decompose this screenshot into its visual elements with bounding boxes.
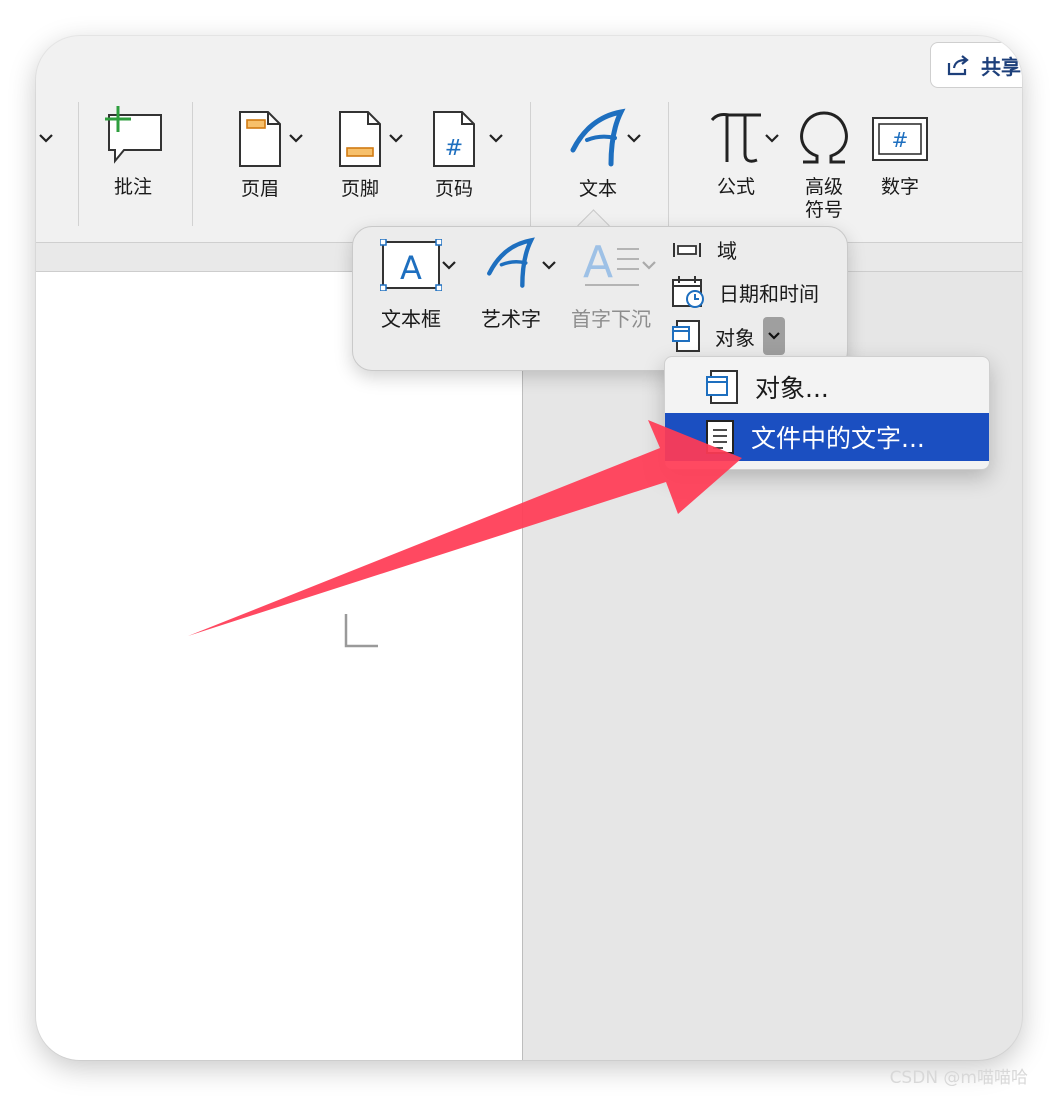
svg-text:A: A <box>583 237 613 288</box>
field-item[interactable]: 域 <box>671 235 737 264</box>
header-icon <box>239 111 281 167</box>
wordart-label: 艺术字 <box>481 307 541 331</box>
header-button[interactable]: 页眉 <box>222 110 298 201</box>
chevron-down-icon <box>642 261 656 270</box>
footer-label: 页脚 <box>340 178 379 200</box>
footer-icon <box>339 111 381 167</box>
word-window: 共享 批注 页眉 页脚 # 页码 文本 公式 高级 符号 # 数字 A 文本框 … <box>36 36 1022 1060</box>
wordart-icon <box>487 237 535 288</box>
number-label: 数字 <box>880 176 919 198</box>
chevron-down-icon[interactable] <box>441 259 457 271</box>
symbols-label: 高级 符号 <box>804 176 843 221</box>
field-icon <box>673 242 701 257</box>
svg-text:A: A <box>400 249 422 287</box>
textbox-button[interactable]: A 文本框 <box>369 239 453 332</box>
number-box-icon: # <box>872 117 928 161</box>
calendar-clock-icon <box>672 276 704 308</box>
number-button[interactable]: # 数字 <box>868 116 932 199</box>
share-label: 共享 <box>981 54 1021 79</box>
object-menu: 对象... 文件中的文字... <box>664 356 990 470</box>
comment-label: 批注 <box>113 176 152 198</box>
insert-ribbon: 共享 批注 页眉 页脚 # 页码 文本 公式 高级 符号 # 数字 <box>36 36 1022 243</box>
page-number-label: 页码 <box>434 178 473 200</box>
formula-button[interactable]: 公式 <box>696 110 776 199</box>
dropcap-icon: A <box>583 237 639 288</box>
chevron-down-icon <box>768 332 780 340</box>
document-icon <box>706 420 734 454</box>
chevron-down-icon[interactable] <box>38 132 54 144</box>
dropcap-label: 首字下沉 <box>571 307 651 331</box>
chevron-down-icon[interactable] <box>541 259 557 271</box>
datetime-label: 日期和时间 <box>719 281 819 306</box>
page-number-icon: # <box>433 111 475 167</box>
wordart-a-icon <box>570 108 626 167</box>
menu-item-text-from-file[interactable]: 文件中的文字... <box>665 413 989 461</box>
textbox-icon: A <box>380 239 442 291</box>
menu-item-label: 对象... <box>755 374 829 403</box>
text-label: 文本 <box>578 178 617 200</box>
symbols-button[interactable]: 高级 符号 <box>790 110 858 222</box>
footer-button[interactable]: 页脚 <box>322 110 398 201</box>
text-button[interactable]: 文本 <box>556 108 640 201</box>
datetime-item[interactable]: 日期和时间 <box>671 275 819 309</box>
chevron-down-icon[interactable] <box>488 132 504 144</box>
textbox-label: 文本框 <box>381 307 441 331</box>
object-icon <box>672 320 700 352</box>
page-number-button[interactable]: # 页码 <box>416 110 492 201</box>
ribbon-divider <box>78 102 79 226</box>
menu-item-label: 文件中的文字... <box>751 424 925 453</box>
chevron-down-icon[interactable] <box>626 132 642 144</box>
svg-text:#: # <box>445 136 463 161</box>
page-corner-mark <box>344 614 378 648</box>
chevron-down-icon[interactable] <box>288 132 304 144</box>
ribbon-divider <box>668 102 669 226</box>
svg-text:#: # <box>892 128 909 152</box>
share-icon <box>947 55 969 76</box>
formula-label: 公式 <box>716 176 755 198</box>
document-page[interactable] <box>36 272 523 1060</box>
chevron-down-icon[interactable] <box>764 132 780 144</box>
menu-item-object[interactable]: 对象... <box>665 363 989 411</box>
share-button[interactable]: 共享 <box>930 42 1022 88</box>
watermark-text: CSDN @m喵喵哈 <box>889 1068 1028 1088</box>
object-dropdown-toggle[interactable] <box>763 317 785 355</box>
comment-icon <box>105 106 162 164</box>
chevron-down-icon[interactable] <box>388 132 404 144</box>
comment-button[interactable]: 批注 <box>102 106 164 199</box>
ribbon-divider <box>192 102 193 226</box>
header-label: 页眉 <box>240 178 279 200</box>
ribbon-divider <box>530 102 531 226</box>
text-popover: A 文本框 艺术字 A 首字下沉 域 日期和时间 对象 <box>352 226 848 371</box>
object-icon <box>706 370 738 404</box>
object-label: 对象 <box>715 325 755 350</box>
omega-icon <box>800 111 848 164</box>
dropcap-button: A 首字下沉 <box>567 235 655 332</box>
pi-icon <box>710 113 761 163</box>
wordart-button[interactable]: 艺术字 <box>471 235 551 332</box>
field-label: 域 <box>717 239 737 263</box>
object-item[interactable]: 对象 <box>671 317 785 355</box>
